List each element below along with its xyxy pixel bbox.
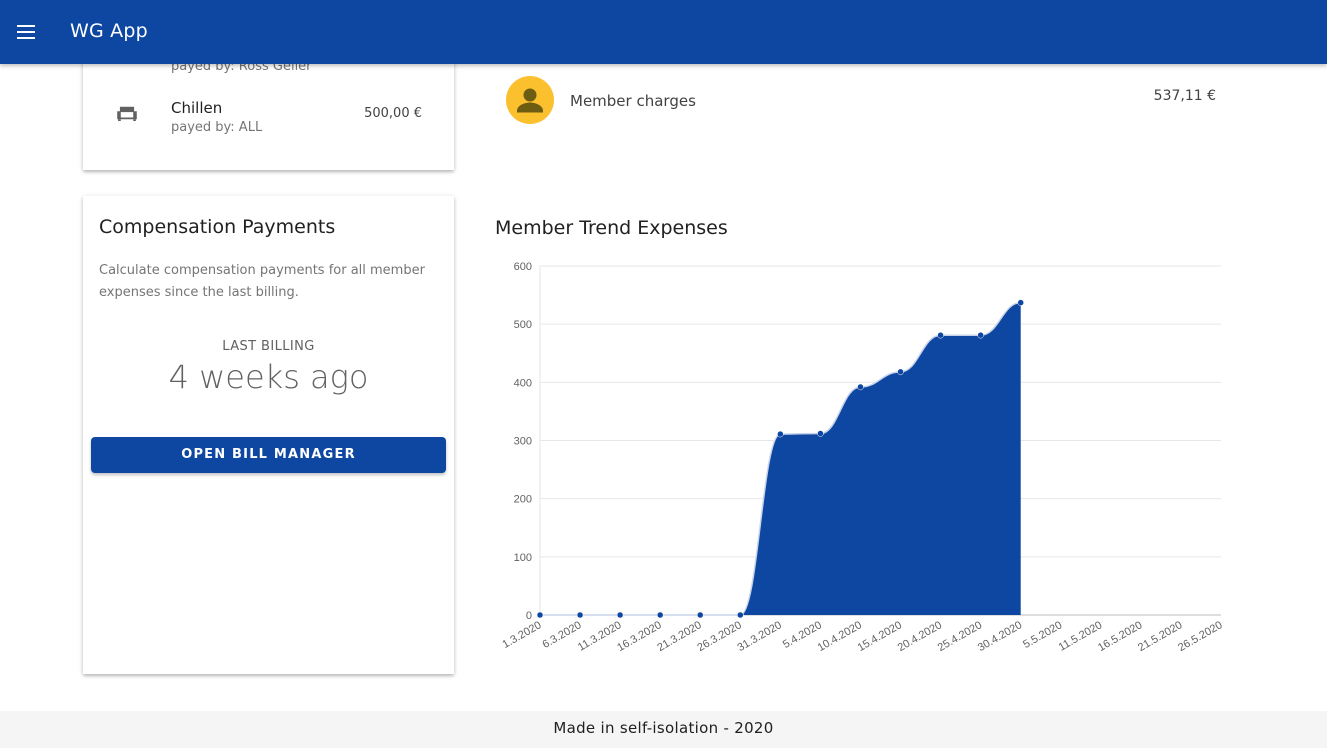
x-tick-label: 25.4.2020 (936, 619, 984, 654)
data-point (576, 611, 584, 619)
compensation-description: Calculate compensation payments for all … (99, 263, 425, 300)
last-billing-label: LAST BILLING (222, 339, 315, 354)
menu-icon-bar (17, 25, 35, 27)
member-trend-chart: 01002003004005006001.3.20206.3.202011.3.… (500, 261, 1224, 654)
app-bar: WG App (0, 0, 1327, 64)
x-tick-label: 1.3.2020 (500, 619, 543, 651)
app-title: WG App (70, 20, 148, 42)
member-charges-amount: 537,11 € (1153, 88, 1216, 104)
footer: Made in self-isolation - 2020 (0, 711, 1327, 748)
expense-amount: 500,00 € (364, 106, 422, 121)
x-tick-label: 16.5.2020 (1096, 619, 1144, 654)
x-tick-label: 10.4.2020 (816, 619, 864, 654)
data-point (937, 331, 944, 339)
compensation-title: Compensation Payments (99, 216, 336, 238)
open-bill-manager-button[interactable]: OPEN BILL MANAGER (91, 437, 446, 473)
menu-icon-bar (17, 37, 35, 39)
x-tick-label: 11.5.2020 (1057, 619, 1105, 653)
x-tick-label: 16.3.2020 (615, 619, 663, 654)
expense-payer: payed by: ALL (171, 120, 263, 135)
x-tick-label: 21.5.2020 (1136, 619, 1184, 654)
chart-title: Member Trend Expenses (495, 217, 728, 239)
x-tick-label: 26.3.2020 (695, 619, 743, 654)
data-point (977, 331, 984, 339)
data-point (897, 368, 904, 376)
x-tick-label: 30.4.2020 (976, 619, 1024, 654)
data-point (536, 611, 544, 619)
data-point (656, 611, 664, 619)
x-tick-label: 21.3.2020 (655, 619, 703, 654)
x-tick-label: 26.5.2020 (1176, 619, 1224, 654)
data-point (817, 430, 824, 437)
compensation-card: Compensation Payments Calculate compensa… (83, 196, 454, 674)
data-point (857, 383, 864, 391)
y-tick-label: 600 (514, 261, 532, 273)
x-tick-label: 15.4.2020 (856, 619, 904, 654)
y-tick-label: 100 (514, 552, 532, 564)
member-avatar (506, 76, 554, 124)
y-tick-label: 0 (526, 610, 532, 622)
data-point (777, 430, 784, 438)
y-tick-label: 300 (514, 436, 532, 448)
menu-icon[interactable] (12, 18, 40, 46)
y-tick-label: 400 (514, 377, 532, 389)
x-tick-label: 11.3.2020 (576, 619, 624, 653)
data-point (737, 611, 744, 619)
data-point (616, 611, 624, 619)
data-point (1017, 299, 1024, 306)
last-billing-value: 4 weeks ago (168, 358, 369, 396)
expense-name: Chillen (171, 99, 223, 117)
person-icon (517, 88, 543, 113)
x-tick-label: 20.4.2020 (896, 619, 944, 654)
data-point (696, 611, 704, 619)
y-tick-label: 500 (514, 319, 532, 331)
x-tick-label: 31.3.2020 (735, 619, 783, 654)
menu-icon-bar (17, 31, 35, 33)
sofa-icon (117, 106, 137, 121)
y-tick-label: 200 (514, 494, 532, 506)
member-charges-label: Member charges (570, 92, 696, 110)
series-area (540, 302, 1021, 615)
